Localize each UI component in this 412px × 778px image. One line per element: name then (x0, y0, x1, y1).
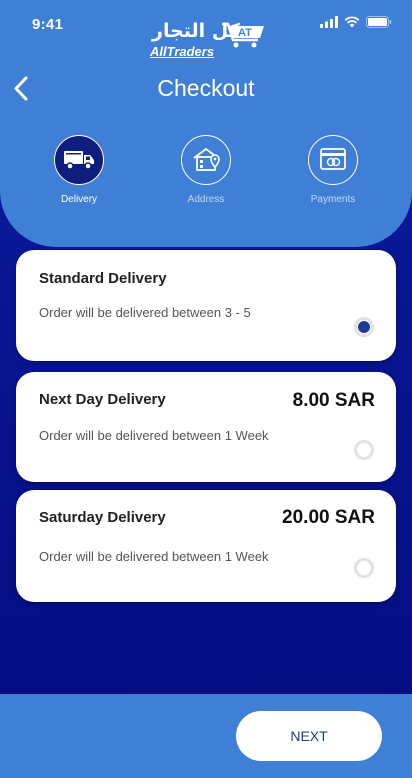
step-address[interactable]: Address (166, 135, 246, 205)
delivery-option-title: Saturday Delivery (39, 509, 166, 526)
step-payments-circle (308, 135, 358, 185)
payment-card-icon (320, 148, 346, 170)
step-payments-label: Payments (310, 194, 356, 205)
next-button[interactable]: NEXT (236, 711, 382, 761)
step-delivery[interactable]: Delivery (39, 135, 119, 205)
logo-english-text: AllTraders (150, 44, 215, 59)
battery-icon (366, 16, 392, 28)
delivery-option-description: Order will be delivered between 1 Week (39, 549, 269, 564)
delivery-option-description: Order will be delivered between 1 Week (39, 428, 269, 443)
delivery-option-description: Order will be delivered between 3 - 5 (39, 305, 251, 320)
step-delivery-circle (54, 135, 104, 185)
wifi-icon (344, 16, 360, 28)
step-delivery-label: Delivery (60, 194, 98, 205)
delivery-option-price: 8.00 SAR (292, 390, 375, 411)
delivery-option-price: 20.00 SAR (282, 507, 375, 528)
radio-standard-selected[interactable] (354, 317, 374, 337)
step-address-label: Address (187, 194, 225, 205)
logo-arabic-text: كل التجار (152, 20, 240, 42)
status-time: 9:41 (32, 16, 64, 33)
delivery-option-standard[interactable]: Standard Delivery Order will be delivere… (16, 250, 396, 361)
alltraders-logo: كل التجار AllTraders AT (146, 18, 266, 64)
header-panel: 9:41 كل التجار AllTraders AT Checkout De… (0, 0, 412, 247)
logo-badge: AT (238, 27, 252, 39)
radio-next-day[interactable] (354, 440, 374, 460)
address-icon (193, 147, 220, 171)
step-address-circle (181, 135, 231, 185)
radio-saturday[interactable] (354, 558, 374, 578)
delivery-option-next-day[interactable]: Next Day Delivery 8.00 SAR Order will be… (16, 372, 396, 482)
delivery-option-saturday[interactable]: Saturday Delivery 20.00 SAR Order will b… (16, 490, 396, 602)
signal-icon (320, 16, 338, 28)
truck-icon (64, 151, 94, 170)
page-title: Checkout (157, 75, 255, 101)
delivery-option-title: Standard Delivery (39, 270, 167, 287)
radio-dot (358, 321, 370, 333)
status-icons (320, 16, 392, 28)
step-payments[interactable]: Payments (293, 135, 373, 205)
delivery-option-title: Next Day Delivery (39, 391, 166, 408)
